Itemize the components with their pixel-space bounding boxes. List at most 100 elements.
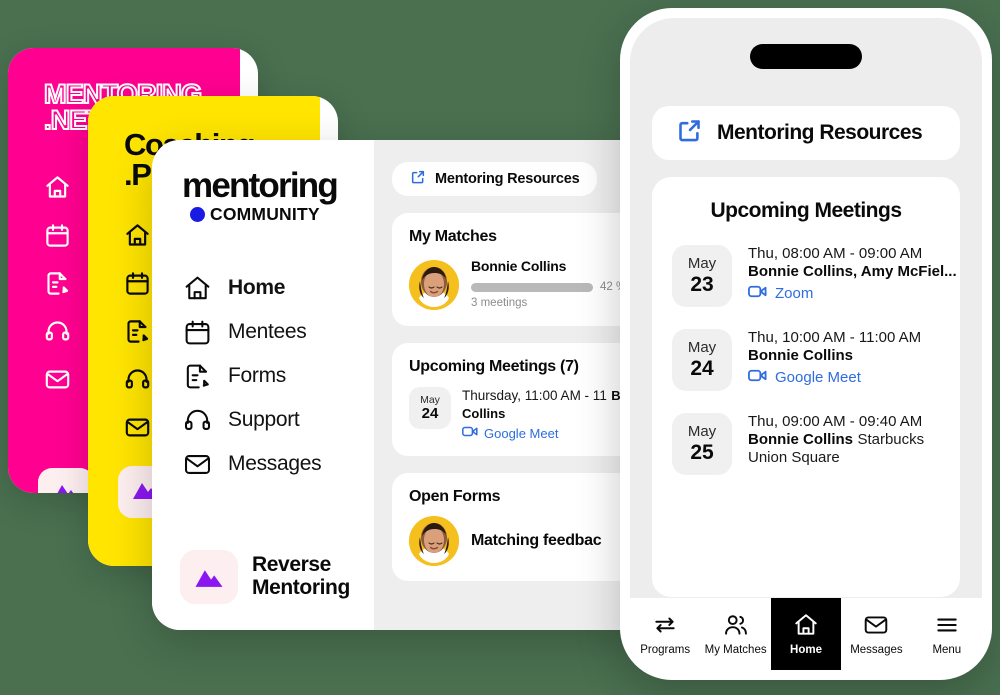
headset-icon[interactable] — [44, 318, 71, 345]
desktop-app-window: mentoring COMMUNITY Home Mentees Forms S… — [152, 140, 652, 630]
form-list-item[interactable]: Matching feedbac — [409, 516, 652, 566]
phone-content: Mentoring Resources Upcoming Meetings Ma… — [630, 18, 982, 670]
calendar-icon[interactable] — [44, 222, 71, 249]
external-link-icon — [676, 117, 703, 149]
form-edit-icon[interactable] — [44, 270, 71, 297]
meeting-time: Thu, 08:00 AM - 09:00 AM — [748, 245, 923, 262]
meeting-details: Thu, 10:00 AM - 11:00 AM Bonnie Collins … — [748, 329, 940, 387]
reverse-mentoring-badge-pink[interactable] — [38, 468, 94, 493]
logo-subline: COMMUNITY — [190, 204, 374, 225]
panel-title: Upcoming Meetings (7) — [409, 358, 579, 375]
meeting-day: 24 — [690, 356, 714, 380]
back-card-nav-yellow — [124, 222, 151, 441]
promo-line-1: Reverse — [252, 553, 331, 577]
app-logo[interactable]: mentoring COMMUNITY — [182, 168, 374, 225]
avatar — [409, 516, 459, 566]
logo-dot-icon — [190, 207, 205, 222]
composition-stage: MENTORING .NET .PL mentoring COMMUNITY H… — [0, 0, 1000, 695]
sidebar-item-messages[interactable]: Messages — [182, 449, 374, 479]
sidebar-nav: Home Mentees Forms Support Messages — [182, 273, 374, 479]
tab-label: Menu — [932, 644, 962, 656]
video-camera-icon — [748, 368, 767, 387]
home-icon[interactable] — [124, 222, 151, 249]
meeting-time: Thursday, 11:00 AM - 11 — [462, 388, 607, 403]
progress-track — [471, 282, 593, 292]
sidebar-item-label: Home — [228, 276, 286, 299]
my-matches-panel: My Matches Bonnie Collins 42 % 3 meeting… — [392, 213, 652, 326]
logo-subtitle: COMMUNITY — [210, 204, 320, 224]
meeting-details: Thu, 08:00 AM - 09:00 AM Bonnie Collins,… — [748, 245, 957, 303]
meeting-day: 25 — [690, 440, 714, 464]
open-forms-panel: Open Forms Matching feedbac — [392, 473, 652, 581]
meeting-list-item[interactable]: May 24 Thursday, 11:00 AM - 11 Bonnie Co… — [409, 387, 652, 441]
meeting-time: Thu, 09:00 AM - 09:40 AM — [748, 413, 923, 430]
mentoring-resources-label: Mentoring Resources — [717, 121, 923, 144]
phone-screen: Mentoring Resources Upcoming Meetings Ma… — [630, 18, 982, 670]
people-icon — [723, 612, 749, 638]
back-card-nav-pink — [44, 174, 71, 393]
meeting-list-item[interactable]: May 25 Thu, 09:00 AM - 09:40 AM Bonnie C… — [652, 413, 960, 475]
external-link-icon — [410, 169, 426, 189]
meeting-join-link[interactable]: Zoom — [748, 284, 957, 303]
tab-home[interactable]: Home — [770, 598, 842, 670]
form-edit-icon — [182, 361, 212, 391]
panel-title: Open Forms — [409, 488, 501, 505]
desktop-content: Mentoring Resources My Matches Bonnie Co… — [374, 140, 652, 630]
calendar-icon[interactable] — [124, 270, 151, 297]
headset-icon[interactable] — [124, 366, 151, 393]
sidebar-item-home[interactable]: Home — [182, 273, 374, 303]
meeting-join-link[interactable]: Google Meet — [748, 368, 940, 387]
meeting-time: Thu, 10:00 AM - 11:00 AM — [748, 329, 922, 346]
sidebar-item-support[interactable]: Support — [182, 405, 374, 435]
panel-title: My Matches — [409, 228, 497, 245]
reverse-mentoring-promo[interactable]: Reverse Mentoring — [180, 550, 350, 604]
meeting-participants: Bonnie Collins — [748, 431, 853, 448]
avatar — [409, 259, 459, 310]
calendar-icon — [182, 317, 212, 347]
tab-programs[interactable]: Programs — [630, 598, 700, 670]
meeting-list-item[interactable]: May 23 Thu, 08:00 AM - 09:00 AM Bonnie C… — [652, 245, 960, 307]
desktop-sidebar: mentoring COMMUNITY Home Mentees Forms S… — [152, 140, 374, 630]
envelope-icon — [182, 449, 212, 479]
sidebar-item-mentees[interactable]: Mentees — [182, 317, 374, 347]
meeting-month: May — [420, 393, 440, 406]
meeting-date-chip: May 24 — [672, 329, 732, 391]
home-icon[interactable] — [44, 174, 71, 201]
meeting-date-chip: May 23 — [672, 245, 732, 307]
envelope-icon[interactable] — [124, 414, 151, 441]
sidebar-item-forms[interactable]: Forms — [182, 361, 374, 391]
sidebar-item-label: Forms — [228, 364, 286, 387]
tab-label: Messages — [850, 644, 903, 656]
home-icon — [793, 612, 819, 638]
meeting-month: May — [687, 422, 717, 440]
form-edit-icon[interactable] — [124, 318, 151, 345]
phone-tab-bar: Programs My Matches Home Messages Menu — [630, 598, 982, 670]
tab-my-matches[interactable]: My Matches — [700, 598, 770, 670]
mentoring-resources-button[interactable]: Mentoring Resources — [392, 162, 598, 196]
envelope-icon[interactable] — [44, 366, 71, 393]
video-camera-icon — [748, 284, 767, 303]
tab-menu[interactable]: Menu — [912, 598, 982, 670]
match-list-item[interactable]: Bonnie Collins 42 % 3 meetings — [409, 258, 652, 311]
meeting-day: 23 — [690, 272, 714, 296]
phone-mockup: Mentoring Resources Upcoming Meetings Ma… — [620, 8, 992, 680]
upcoming-meetings-panel: Upcoming Meetings (7) May 24 Thursday, 1… — [392, 343, 652, 456]
phone-upcoming-meetings-panel: Upcoming Meetings May 23 Thu, 08:00 AM -… — [652, 177, 960, 597]
tab-messages[interactable]: Messages — [841, 598, 911, 670]
logo-wordmark: mentoring — [182, 166, 339, 205]
meeting-participants: Bonnie Collins, Amy McFiel... — [748, 263, 957, 280]
meeting-link-label: Zoom — [775, 285, 814, 302]
meeting-list-item[interactable]: May 24 Thu, 10:00 AM - 11:00 AM Bonnie C… — [652, 329, 960, 391]
mountain-icon — [180, 550, 238, 604]
mentoring-resources-button[interactable]: Mentoring Resources — [652, 106, 960, 160]
meeting-day: 24 — [421, 404, 439, 422]
panel-title: Upcoming Meetings — [710, 199, 902, 222]
reverse-mentoring-label: Reverse Mentoring — [252, 553, 350, 599]
meeting-date-chip: May 24 — [409, 387, 451, 429]
match-meetings-count: 3 meetings — [471, 297, 528, 309]
meeting-details: Thu, 09:00 AM - 09:40 AM Bonnie Collins … — [748, 413, 940, 467]
meeting-link-label: Google Meet — [484, 425, 559, 441]
headset-icon — [182, 405, 212, 435]
sidebar-item-label: Mentees — [228, 320, 307, 343]
hamburger-icon — [934, 612, 960, 638]
